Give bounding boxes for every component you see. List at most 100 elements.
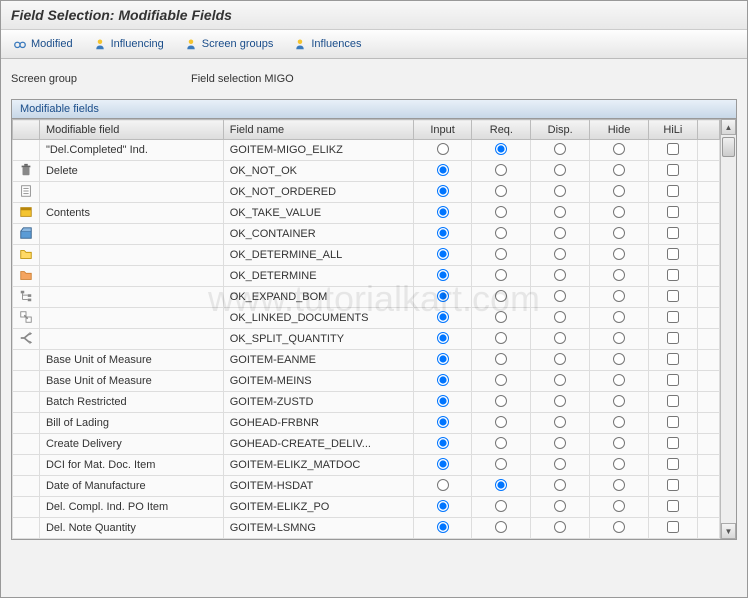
- hili-checkbox[interactable]: [667, 395, 679, 407]
- disp-radio[interactable]: [554, 290, 566, 302]
- input-radio[interactable]: [437, 437, 449, 449]
- input-radio[interactable]: [437, 311, 449, 323]
- req-radio[interactable]: [495, 164, 507, 176]
- header-icon[interactable]: [13, 120, 40, 140]
- disp-radio[interactable]: [554, 143, 566, 155]
- hide-radio[interactable]: [613, 437, 625, 449]
- scroll-down-button[interactable]: ▼: [721, 523, 736, 539]
- req-radio[interactable]: [495, 227, 507, 239]
- input-radio[interactable]: [437, 206, 449, 218]
- disp-radio[interactable]: [554, 332, 566, 344]
- input-radio[interactable]: [437, 353, 449, 365]
- hili-checkbox[interactable]: [667, 353, 679, 365]
- disp-radio[interactable]: [554, 374, 566, 386]
- disp-radio[interactable]: [554, 416, 566, 428]
- disp-radio[interactable]: [554, 227, 566, 239]
- req-radio[interactable]: [495, 395, 507, 407]
- hili-checkbox[interactable]: [667, 479, 679, 491]
- req-radio[interactable]: [495, 521, 507, 533]
- req-radio[interactable]: [495, 437, 507, 449]
- input-radio[interactable]: [437, 185, 449, 197]
- req-radio[interactable]: [495, 500, 507, 512]
- input-radio[interactable]: [437, 416, 449, 428]
- scroll-up-button[interactable]: ▲: [721, 119, 736, 135]
- hide-radio[interactable]: [613, 416, 625, 428]
- modified-button[interactable]: Modified: [7, 34, 79, 54]
- header-hide[interactable]: Hide: [590, 120, 649, 140]
- req-radio[interactable]: [495, 479, 507, 491]
- input-radio[interactable]: [437, 332, 449, 344]
- hili-checkbox[interactable]: [667, 416, 679, 428]
- hili-checkbox[interactable]: [667, 206, 679, 218]
- hili-checkbox[interactable]: [667, 458, 679, 470]
- req-radio[interactable]: [495, 458, 507, 470]
- input-radio[interactable]: [437, 521, 449, 533]
- req-radio[interactable]: [495, 269, 507, 281]
- disp-radio[interactable]: [554, 248, 566, 260]
- input-radio[interactable]: [437, 143, 449, 155]
- input-radio[interactable]: [437, 479, 449, 491]
- hili-checkbox[interactable]: [667, 521, 679, 533]
- hili-checkbox[interactable]: [667, 269, 679, 281]
- req-radio[interactable]: [495, 416, 507, 428]
- input-radio[interactable]: [437, 458, 449, 470]
- req-radio[interactable]: [495, 311, 507, 323]
- disp-radio[interactable]: [554, 311, 566, 323]
- hili-checkbox[interactable]: [667, 374, 679, 386]
- input-radio[interactable]: [437, 290, 449, 302]
- hide-radio[interactable]: [613, 395, 625, 407]
- req-radio[interactable]: [495, 206, 507, 218]
- req-radio[interactable]: [495, 185, 507, 197]
- screen-groups-button[interactable]: Screen groups: [178, 34, 280, 54]
- input-radio[interactable]: [437, 500, 449, 512]
- hide-radio[interactable]: [613, 521, 625, 533]
- hili-checkbox[interactable]: [667, 143, 679, 155]
- input-radio[interactable]: [437, 227, 449, 239]
- header-hili[interactable]: HiLi: [648, 120, 697, 140]
- hili-checkbox[interactable]: [667, 290, 679, 302]
- header-disp[interactable]: Disp.: [531, 120, 590, 140]
- vertical-scrollbar[interactable]: ▲ ▼: [720, 119, 736, 539]
- hili-checkbox[interactable]: [667, 332, 679, 344]
- hide-radio[interactable]: [613, 164, 625, 176]
- scroll-thumb[interactable]: [722, 137, 735, 157]
- influencing-button[interactable]: Influencing: [87, 34, 170, 54]
- hide-radio[interactable]: [613, 311, 625, 323]
- header-req[interactable]: Req.: [472, 120, 531, 140]
- input-radio[interactable]: [437, 269, 449, 281]
- hide-radio[interactable]: [613, 227, 625, 239]
- header-input[interactable]: Input: [413, 120, 472, 140]
- hide-radio[interactable]: [613, 353, 625, 365]
- req-radio[interactable]: [495, 353, 507, 365]
- hili-checkbox[interactable]: [667, 437, 679, 449]
- hide-radio[interactable]: [613, 479, 625, 491]
- hide-radio[interactable]: [613, 206, 625, 218]
- disp-radio[interactable]: [554, 479, 566, 491]
- req-radio[interactable]: [495, 332, 507, 344]
- hide-radio[interactable]: [613, 248, 625, 260]
- disp-radio[interactable]: [554, 521, 566, 533]
- hide-radio[interactable]: [613, 269, 625, 281]
- disp-radio[interactable]: [554, 206, 566, 218]
- hide-radio[interactable]: [613, 500, 625, 512]
- hide-radio[interactable]: [613, 374, 625, 386]
- hili-checkbox[interactable]: [667, 164, 679, 176]
- hili-checkbox[interactable]: [667, 311, 679, 323]
- disp-radio[interactable]: [554, 395, 566, 407]
- req-radio[interactable]: [495, 248, 507, 260]
- disp-radio[interactable]: [554, 164, 566, 176]
- disp-radio[interactable]: [554, 185, 566, 197]
- disp-radio[interactable]: [554, 500, 566, 512]
- influences-button[interactable]: Influences: [287, 34, 367, 54]
- disp-radio[interactable]: [554, 437, 566, 449]
- input-radio[interactable]: [437, 164, 449, 176]
- header-extra[interactable]: [697, 120, 719, 140]
- hide-radio[interactable]: [613, 290, 625, 302]
- hide-radio[interactable]: [613, 185, 625, 197]
- disp-radio[interactable]: [554, 353, 566, 365]
- input-radio[interactable]: [437, 395, 449, 407]
- header-name[interactable]: Field name: [223, 120, 413, 140]
- scroll-track[interactable]: [721, 135, 736, 523]
- input-radio[interactable]: [437, 248, 449, 260]
- hide-radio[interactable]: [613, 332, 625, 344]
